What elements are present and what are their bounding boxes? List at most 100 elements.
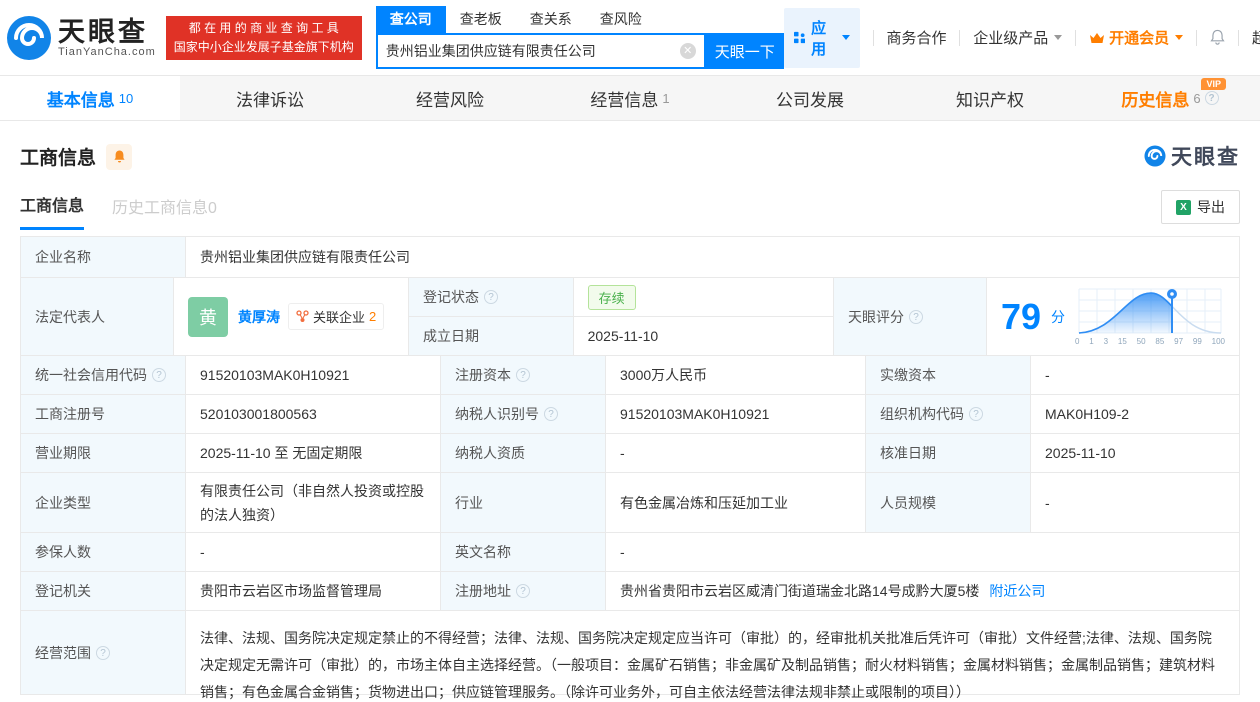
approval-date-label: 核准日期: [866, 434, 1031, 472]
watermark-logo: 天眼查: [1144, 141, 1240, 171]
help-icon[interactable]: [152, 368, 166, 382]
subtab-history-business-info[interactable]: 历史工商信息0: [112, 194, 217, 229]
establish-date-label: 成立日期: [408, 317, 574, 355]
related-companies-badge[interactable]: 关联企业 2: [287, 303, 385, 330]
tianyancha-watermark-icon: [1144, 145, 1166, 167]
company-name-value: 贵州铝业集团供应链有限责任公司: [200, 249, 410, 265]
notification-bell-icon[interactable]: [1210, 28, 1225, 47]
label-text: 经营范围: [35, 644, 91, 661]
taxpayer-quality-value: -: [606, 434, 866, 472]
tab-label: 基本信息: [46, 90, 115, 110]
label-text: 纳税人识别号: [455, 406, 539, 422]
bell-icon: [113, 150, 125, 162]
tab-label: 经营信息: [590, 90, 659, 110]
apps-menu[interactable]: 应用: [783, 7, 860, 68]
crown-icon: [1090, 32, 1105, 43]
label-text: 天眼评分: [847, 308, 904, 325]
axis-tick: 3: [1103, 337, 1109, 346]
business-info-table: 企业名称 贵州铝业集团供应链有限责任公司 法定代表人 黄 黄厚涛 关联企业 2: [20, 236, 1240, 700]
address-label: 注册地址: [441, 572, 606, 610]
divider: [872, 29, 874, 46]
tianyancha-logo[interactable]: 天眼查 TianYanCha.com: [6, 15, 156, 61]
vip-label: 开通会员: [1109, 30, 1170, 47]
slogan-line2: 国家中小企业发展子基金旗下机构: [173, 39, 354, 54]
chevron-down-icon: [841, 35, 850, 40]
top-header: 天眼查 TianYanCha.com 都 在 用 的 商 业 查 询 工 具 国…: [0, 0, 1260, 75]
search-tab-risk[interactable]: 查风险: [586, 6, 656, 33]
tab-label: 经营风险: [416, 90, 484, 110]
subtab-business-info[interactable]: 工商信息: [20, 192, 85, 230]
label-text: 组织机构代码: [880, 406, 964, 422]
search-input[interactable]: [385, 43, 680, 59]
watermark-title: 天眼查: [1171, 146, 1240, 169]
nav-open-vip[interactable]: 开通会员: [1089, 27, 1184, 48]
help-icon[interactable]: [969, 407, 983, 421]
axis-tick: 97: [1174, 337, 1184, 346]
subscribe-bell-button[interactable]: [106, 143, 133, 170]
help-icon[interactable]: [908, 309, 923, 324]
establish-date-value: 2025-11-10: [587, 328, 659, 344]
paid-capital-value: -: [1045, 367, 1050, 383]
address-value: 贵州省贵阳市云岩区威清门街道瑞金北路14号成黔大厦5楼: [620, 583, 980, 599]
logo-domain: TianYanCha.com: [58, 45, 156, 58]
tab-basic-info[interactable]: 基本信息 10: [0, 76, 180, 120]
axis-tick: 100: [1211, 337, 1225, 346]
nav-cooperation[interactable]: 商务合作: [886, 27, 946, 48]
divider: [959, 29, 961, 46]
staff-size-label: 人员规模: [866, 473, 1031, 532]
industry-value: 有色金属冶炼和压延加工业: [606, 473, 866, 532]
tab-business-info[interactable]: 经营信息 1: [540, 76, 720, 120]
help-icon[interactable]: [96, 645, 110, 660]
nav-super-risk[interactable]: 超级风...: [1252, 27, 1260, 48]
search-tab-company[interactable]: 查公司: [375, 6, 446, 33]
help-icon[interactable]: [1204, 91, 1219, 105]
legal-rep-name-link[interactable]: 黄厚涛: [238, 307, 280, 327]
tab-intellectual-property[interactable]: 知识产权: [900, 76, 1080, 120]
label-text: 统一社会信用代码: [35, 367, 147, 383]
tab-legal-proceedings[interactable]: 法律诉讼: [180, 76, 360, 120]
search-tab-boss[interactable]: 查老板: [446, 6, 516, 33]
table-row: 工商注册号 520103001800563 纳税人识别号 91520103MAK…: [21, 395, 1239, 434]
help-icon[interactable]: [516, 368, 530, 382]
address-cell: 贵州省贵阳市云岩区威清门街道瑞金北路14号成黔大厦5楼 附近公司: [606, 572, 1239, 610]
help-icon[interactable]: [544, 407, 558, 421]
table-row: 营业期限 2025-11-10 至 无固定期限 纳税人资质 - 核准日期 202…: [21, 434, 1239, 473]
section-title: 工商信息: [20, 148, 97, 169]
axis-tick: 0: [1075, 337, 1080, 346]
status-date-subcolumn: 登记状态 存续 成立日期 2025-11-10: [408, 278, 834, 355]
axis-tick: 1: [1089, 337, 1094, 346]
reg-capital-label: 注册资本: [441, 356, 606, 394]
export-button[interactable]: 导出: [1161, 190, 1240, 224]
tab-operational-risk[interactable]: 经营风险: [360, 76, 540, 120]
business-scope-cell: 法律、法规、国务院决定规定禁止的不得经营；法律、法规、国务院决定规定应当许可（审…: [186, 611, 1239, 700]
search-tab-relation[interactable]: 查关系: [516, 6, 586, 33]
header-nav: 应用 商务合作 企业级产品 开通会员 超级风...: [783, 7, 1260, 68]
table-row: 参保人数 - 英文名称 -: [21, 533, 1239, 572]
search-button[interactable]: 天眼一下: [705, 33, 784, 69]
chevron-down-icon: [1175, 35, 1184, 40]
divider: [1196, 29, 1197, 46]
search-block: 查公司 查老板 查关系 查风险 ✕ 天眼一下: [375, 6, 784, 69]
org-code-value: MAK0H109-2: [1045, 406, 1130, 422]
reg-capital-value: 3000万人民币: [606, 356, 866, 394]
reg-number-label: 工商注册号: [21, 395, 186, 433]
table-row: 企业名称 贵州铝业集团供应链有限责任公司: [21, 237, 1239, 278]
enterprise-label: 企业级产品: [973, 30, 1049, 47]
avatar[interactable]: 黄: [187, 296, 228, 337]
apps-label: 应用: [811, 19, 827, 58]
search-tabs: 查公司 查老板 查关系 查风险: [375, 6, 784, 33]
tab-history-info[interactable]: VIP 历史信息 6: [1080, 76, 1260, 120]
help-icon[interactable]: [483, 290, 498, 304]
table-row: 法定代表人 黄 黄厚涛 关联企业 2 登记状态 ? 存续 成立日期 2025-1…: [21, 278, 1239, 356]
axis-tick: 50: [1136, 337, 1146, 346]
tab-company-development[interactable]: 公司发展: [720, 76, 900, 120]
clear-search-icon[interactable]: ✕: [679, 43, 696, 59]
legal-rep-cell: 黄 黄厚涛 关联企业 2: [174, 278, 409, 355]
help-icon[interactable]: [516, 584, 530, 598]
nav-enterprise-products[interactable]: 企业级产品: [973, 27, 1063, 48]
nearby-companies-link[interactable]: 附近公司: [989, 581, 1045, 601]
tab-label: 历史信息: [1121, 90, 1190, 110]
score-cell[interactable]: 79 分 0 1 3 15 50 85 97 99 100: [987, 278, 1239, 355]
paid-capital-label: 实缴资本: [866, 356, 1031, 394]
divider: [1237, 29, 1239, 46]
